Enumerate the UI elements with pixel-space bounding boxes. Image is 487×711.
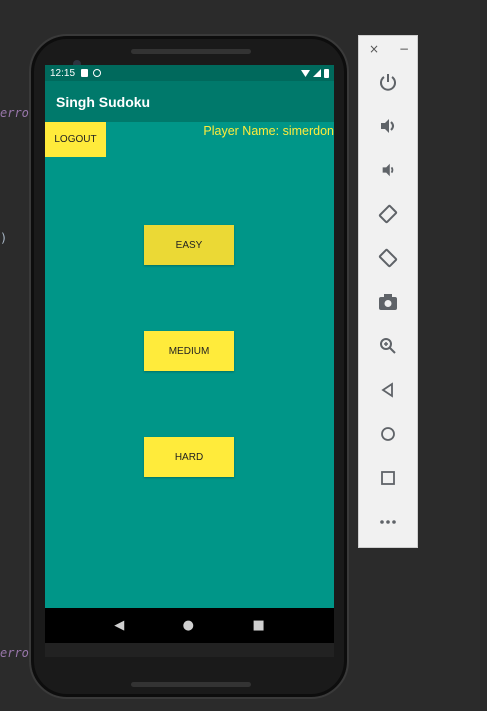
volume-up-icon[interactable] bbox=[373, 113, 403, 139]
navigation-bar: ◀ ● ■ bbox=[45, 608, 334, 643]
volume-down-icon[interactable] bbox=[373, 157, 403, 183]
emulator-toolbar: × − bbox=[358, 35, 418, 548]
app-title: Singh Sudoku bbox=[56, 93, 151, 110]
rotate-right-icon[interactable] bbox=[373, 245, 403, 271]
medium-button[interactable]: MEDIUM bbox=[144, 331, 234, 371]
overview-icon[interactable] bbox=[373, 465, 403, 491]
wifi-icon bbox=[301, 70, 310, 77]
back-icon[interactable] bbox=[373, 377, 403, 403]
status-bar: 12:15 bbox=[45, 65, 334, 81]
more-icon[interactable] bbox=[373, 509, 403, 535]
easy-button[interactable]: EASY bbox=[144, 225, 234, 265]
status-time: 12:15 bbox=[50, 67, 76, 79]
speaker-grille bbox=[131, 682, 251, 687]
power-icon[interactable] bbox=[373, 69, 403, 95]
device-chin bbox=[45, 643, 334, 657]
ide-code-fragment: ) bbox=[0, 231, 8, 245]
logout-button[interactable]: LOGOUT bbox=[45, 122, 106, 157]
nav-home-icon[interactable]: ● bbox=[183, 618, 194, 633]
camera-icon[interactable] bbox=[373, 289, 403, 315]
sync-icon bbox=[93, 69, 102, 77]
rotate-left-icon[interactable] bbox=[373, 201, 403, 227]
zoom-icon[interactable] bbox=[373, 333, 403, 359]
minimize-icon[interactable]: − bbox=[399, 42, 409, 56]
hard-button[interactable]: HARD bbox=[144, 437, 234, 477]
player-name-label: Player Name: simerdon bbox=[203, 124, 334, 138]
nav-overview-icon[interactable]: ■ bbox=[252, 618, 264, 633]
device-screen: 12:15 Singh Sudoku LOGOUT Player Name: s… bbox=[45, 65, 334, 643]
signal-icon bbox=[313, 69, 321, 77]
notification-icon bbox=[81, 69, 89, 77]
nav-back-icon[interactable]: ◀ bbox=[114, 618, 124, 633]
battery-icon bbox=[324, 68, 329, 78]
speaker-grille bbox=[131, 49, 251, 54]
close-icon[interactable]: × bbox=[369, 42, 379, 56]
home-icon[interactable] bbox=[373, 421, 403, 447]
app-bar: Singh Sudoku bbox=[45, 81, 334, 122]
